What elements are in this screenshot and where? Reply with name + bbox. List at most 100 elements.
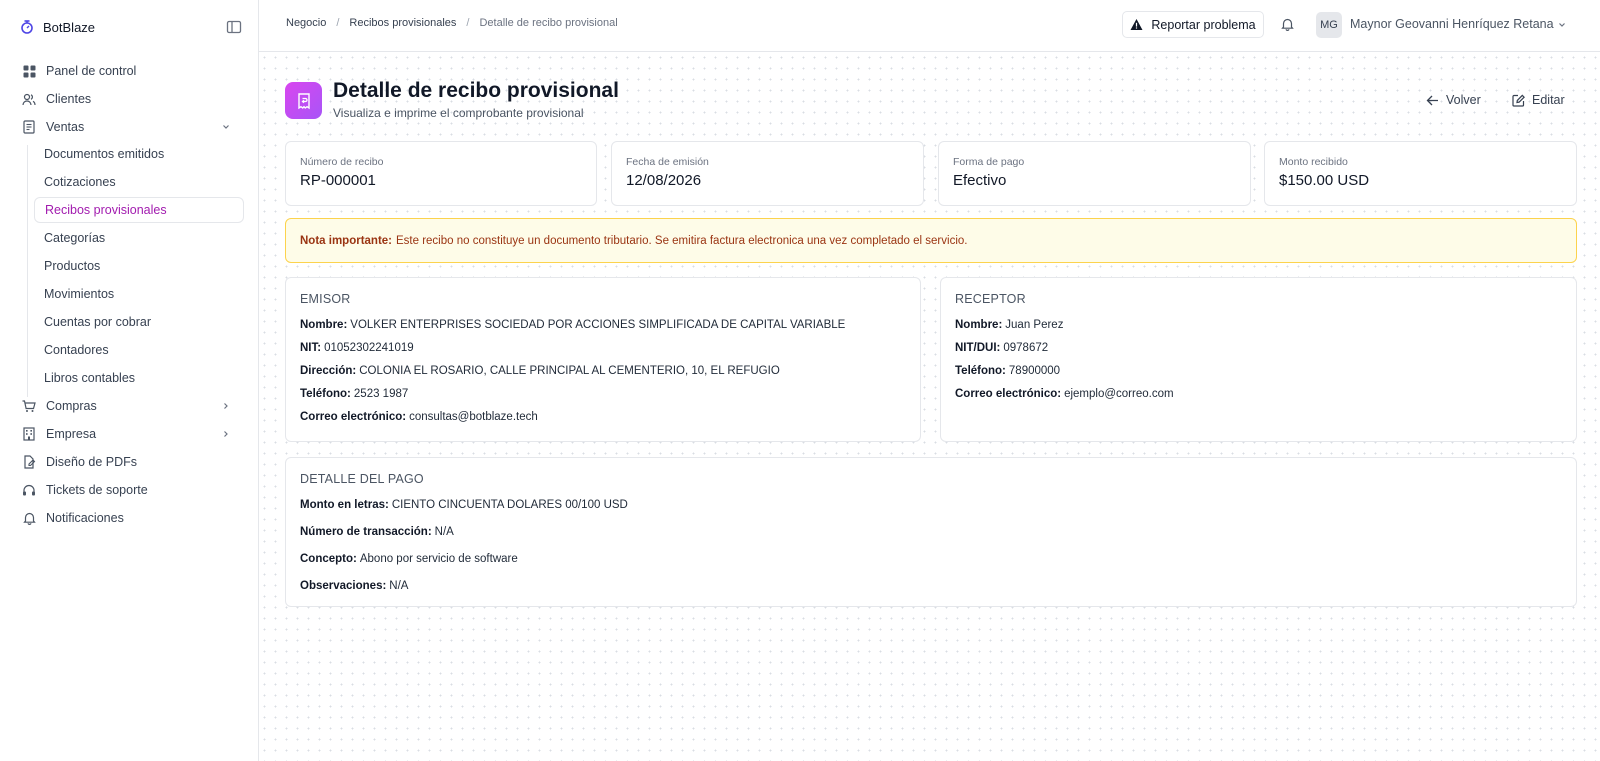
field-key: Teléfono: — [955, 365, 1006, 377]
bell-icon — [22, 511, 36, 525]
arrow-left-icon — [1426, 94, 1439, 107]
sidebar-item-label: Ventas — [46, 120, 85, 134]
field-value: 78900000 — [1008, 365, 1061, 377]
sidebar-subitem-productos[interactable]: Productos — [34, 253, 244, 279]
sidebar-item-tickets-de-soporte[interactable]: Tickets de soporte — [16, 477, 244, 503]
dashboard-icon — [22, 64, 36, 78]
emisor-field-nit: NIT: 01052302241019 — [300, 342, 414, 354]
sidebar-item-compras[interactable]: Compras — [16, 393, 244, 419]
receptor-field-nombre: Nombre: Juan Perez — [955, 319, 1063, 331]
avatar[interactable]: MG — [1316, 12, 1342, 38]
field-key: Dirección: — [300, 365, 357, 377]
sidebar-subitem-label: Contadores — [44, 343, 109, 357]
payment-field-concepto: Concepto: Abono por servicio de software — [300, 553, 518, 565]
stat-value: 12/08/2026 — [626, 172, 702, 189]
field-key: Nombre: — [955, 319, 1003, 331]
breadcrumb-item-negocio[interactable]: Negocio — [286, 17, 326, 29]
submenu-divider — [27, 145, 28, 397]
botblaze-logo-icon — [20, 19, 34, 35]
chevron-down-icon[interactable] — [1556, 18, 1568, 30]
stat-card-payment-method: Forma de pago Efectivo — [938, 141, 1251, 206]
stat-label: Forma de pago — [953, 156, 1025, 168]
section-title: RECEPTOR — [955, 292, 1026, 306]
sidebar-item-notificaciones[interactable]: Notificaciones — [16, 505, 244, 531]
warning-icon — [1130, 18, 1143, 31]
field-value: N/A — [389, 580, 409, 592]
field-value: 0978672 — [1003, 342, 1049, 354]
field-key: NIT: — [300, 342, 322, 354]
headset-icon — [22, 483, 36, 497]
sidebar-item-empresa[interactable]: Empresa — [16, 421, 244, 447]
back-button[interactable]: Volver — [1426, 90, 1481, 110]
sidebar-item-ventas[interactable]: Ventas — [16, 114, 244, 140]
sidebar-item-label: Clientes — [46, 92, 92, 106]
field-value: CIENTO CINCUENTA DOLARES 00/100 USD — [391, 499, 628, 511]
field-value: Juan Perez — [1005, 319, 1064, 331]
report-problem-button[interactable]: Reportar problema — [1122, 11, 1264, 38]
field-key: Observaciones: — [300, 580, 387, 592]
edit-button-label: Editar — [1532, 93, 1565, 107]
receptor-card: RECEPTOR Nombre: Juan Perez NIT/DUI: 09786… — [940, 277, 1577, 442]
cart-icon — [22, 399, 36, 413]
breadcrumb-separator: / — [466, 17, 470, 29]
sidebar-subitem-label: Recibos provisionales — [45, 203, 167, 217]
edit-button[interactable]: Editar — [1512, 90, 1565, 110]
note-title: Nota importante: — [300, 234, 392, 247]
field-key: Teléfono: — [300, 388, 351, 400]
field-key: Concepto: — [300, 553, 357, 565]
sidebar-subitem-label: Documentos emitidos — [44, 147, 165, 161]
sidebar-subitem-label: Cotizaciones — [44, 175, 116, 189]
sidebar-item-label: Diseño de PDFs — [46, 455, 138, 469]
sidebar-subitem-categorias[interactable]: Categorías — [34, 225, 244, 251]
payment-field-transaccion: Número de transacción: N/A — [300, 526, 454, 538]
edit-icon — [1512, 94, 1525, 107]
sidebar-item-panel-de-control[interactable]: Panel de control — [16, 58, 244, 84]
notifications-bell-icon[interactable] — [1280, 16, 1295, 31]
section-title: DETALLE DEL PAGO — [300, 472, 424, 486]
sidebar-subitem-cotizaciones[interactable]: Cotizaciones — [34, 169, 244, 195]
stat-value: RP-000001 — [300, 172, 376, 189]
user-name[interactable]: Maynor Geovanni Henríquez Retana — [1350, 17, 1554, 31]
emisor-field-telefono: Teléfono: 2523 1987 — [300, 388, 408, 400]
sidebar-item-clientes[interactable]: Clientes — [16, 86, 244, 112]
sidebar-subitem-label: Libros contables — [44, 371, 136, 385]
field-value: VOLKER ENTERPRISES SOCIEDAD POR ACCIONES… — [350, 319, 846, 331]
chevron-right-icon — [220, 428, 232, 440]
sidebar-subitem-recibos-provisionales[interactable]: Recibos provisionales — [34, 197, 244, 223]
section-title: EMISOR — [300, 292, 351, 306]
sidebar-item-label: Notificaciones — [46, 511, 124, 525]
field-key: Monto en letras: — [300, 499, 389, 511]
sidebar-subitem-label: Categorías — [44, 231, 106, 245]
sidebar-subitem-label: Productos — [44, 259, 101, 273]
brand[interactable]: BotBlaze — [20, 16, 242, 38]
sidebar-subitem-movimientos[interactable]: Movimientos — [34, 281, 244, 307]
sidebar-subitem-documentos-emitidos[interactable]: Documentos emitidos — [34, 141, 244, 167]
field-key: Correo electrónico: — [300, 411, 407, 423]
note-text: Este recibo no constituye un documento t… — [396, 234, 968, 247]
chevron-right-icon — [220, 400, 232, 412]
users-icon — [22, 92, 36, 106]
sidebar-subitem-contadores[interactable]: Contadores — [34, 337, 244, 363]
payment-field-observaciones: Observaciones: N/A — [300, 580, 408, 592]
file-design-icon — [22, 455, 36, 469]
breadcrumb-item-current: Detalle de recibo provisional — [479, 17, 618, 29]
chevron-down-icon — [220, 121, 232, 133]
breadcrumb-separator: / — [336, 17, 340, 29]
payment-detail-card: DETALLE DEL PAGO Monto en letras: CIENTO … — [285, 457, 1577, 607]
receptor-field-telefono: Teléfono: 78900000 — [955, 365, 1060, 377]
sidebar-toggle-icon[interactable] — [226, 19, 242, 35]
sidebar-subitem-label: Movimientos — [44, 287, 115, 301]
sidebar-subitem-cuentas-por-cobrar[interactable]: Cuentas por cobrar — [34, 309, 244, 335]
stat-card-receipt-number: Número de recibo RP-000001 — [285, 141, 597, 206]
sidebar-item-diseno-de-pdfs[interactable]: Diseño de PDFs — [16, 449, 244, 475]
field-value: Abono por servicio de software — [359, 553, 518, 565]
sidebar-subitem-libros-contables[interactable]: Libros contables — [34, 365, 244, 391]
breadcrumb-item-recibos[interactable]: Recibos provisionales — [349, 17, 456, 29]
field-key: NIT/DUI: — [955, 342, 1001, 354]
emisor-card: EMISOR Nombre: VOLKER ENTERPRISES SOCIEDA… — [285, 277, 921, 442]
stat-value: $150.00 USD — [1279, 172, 1370, 189]
stat-value: Efectivo — [953, 172, 1007, 189]
stat-card-amount-received: Monto recibido $150.00 USD — [1264, 141, 1577, 206]
sidebar-item-label: Compras — [46, 399, 97, 413]
stat-card-issue-date: Fecha de emisión 12/08/2026 — [611, 141, 924, 206]
